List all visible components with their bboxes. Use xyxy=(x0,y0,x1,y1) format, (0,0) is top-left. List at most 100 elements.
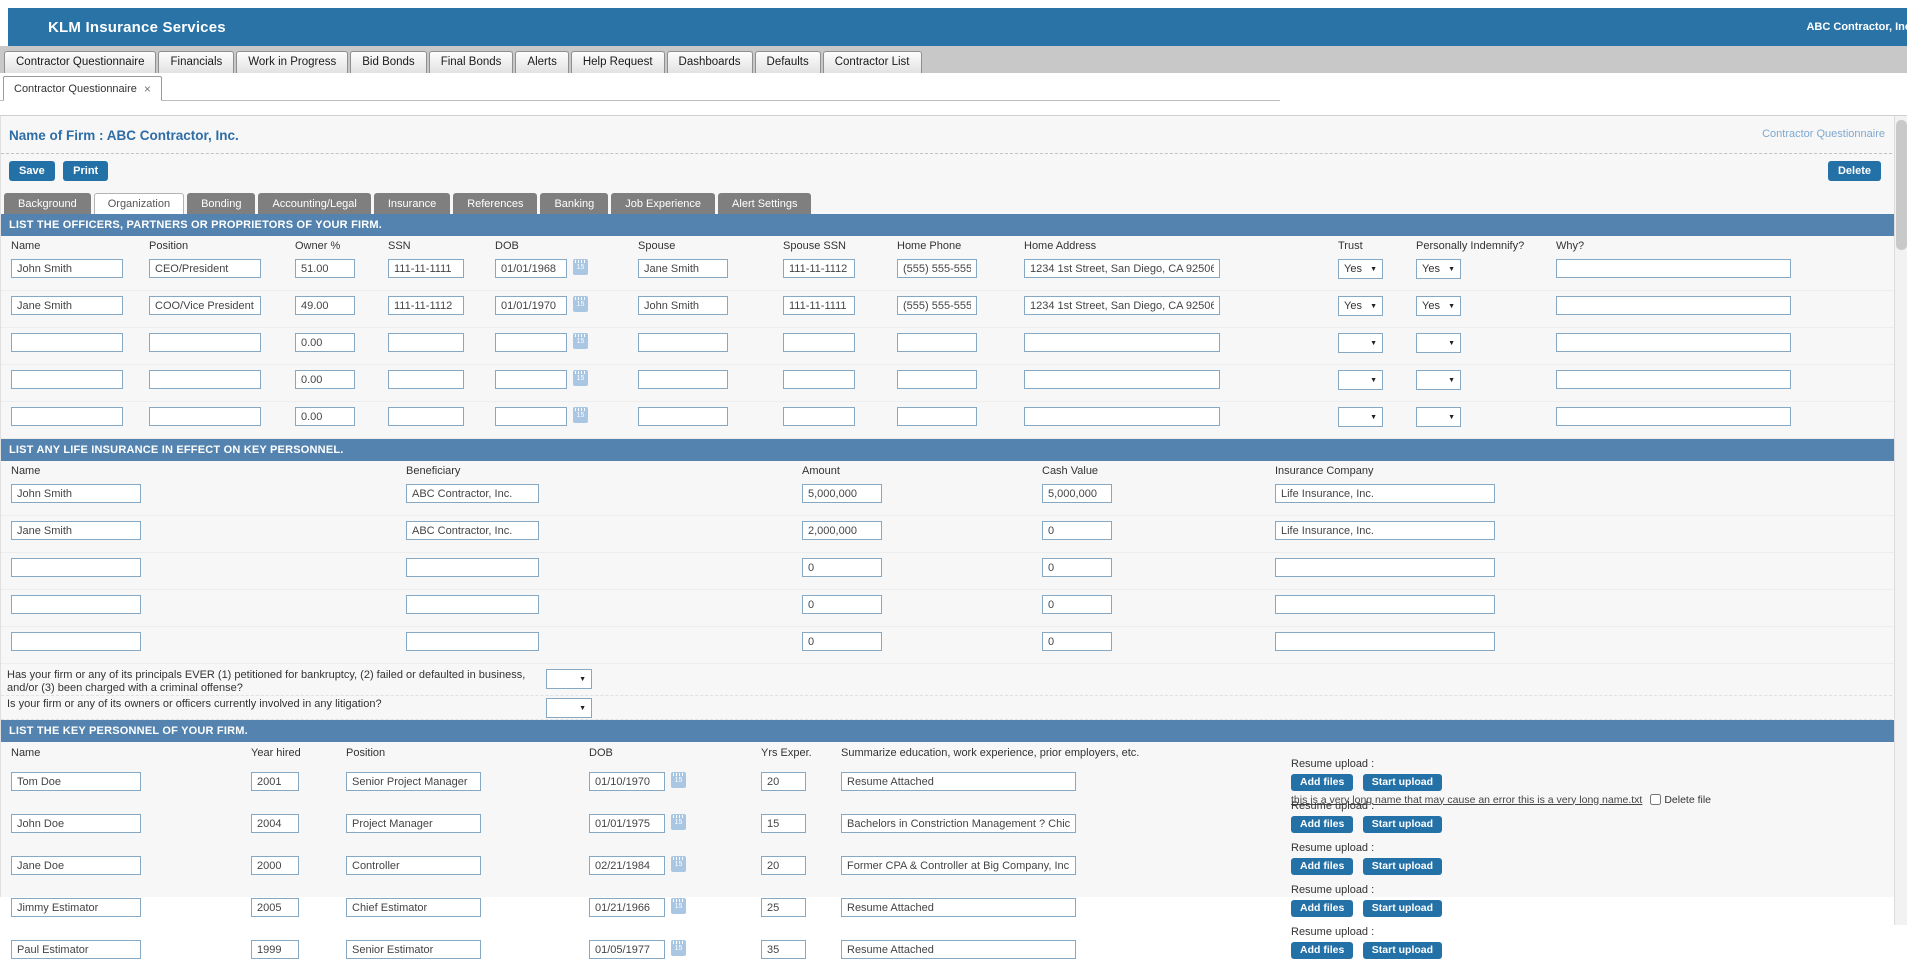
nav-tab-alerts[interactable]: Alerts xyxy=(515,51,568,73)
start-upload-button[interactable]: Start upload xyxy=(1363,774,1442,791)
cash-value-input[interactable] xyxy=(1042,521,1112,540)
indemnify-select[interactable]: ▼ xyxy=(1416,333,1461,353)
officer-name-input[interactable] xyxy=(11,259,123,278)
tab-alert-settings[interactable]: Alert Settings xyxy=(718,193,811,214)
close-icon[interactable]: × xyxy=(144,83,151,95)
officer-name-input[interactable] xyxy=(11,333,123,352)
officer-position-input[interactable] xyxy=(149,259,261,278)
insured-name-input[interactable] xyxy=(11,595,141,614)
officer-why-input[interactable] xyxy=(1556,259,1791,278)
nav-tab-work-in-progress[interactable]: Work in Progress xyxy=(236,51,348,73)
add-files-button[interactable]: Add files xyxy=(1291,774,1353,791)
personnel-dob-input[interactable] xyxy=(589,772,665,791)
start-upload-button[interactable]: Start upload xyxy=(1363,858,1442,875)
calendar-icon[interactable]: 15 xyxy=(671,856,686,872)
year-hired-input[interactable] xyxy=(251,856,299,875)
insurance-company-input[interactable] xyxy=(1275,595,1495,614)
nav-tab-financials[interactable]: Financials xyxy=(158,51,234,73)
officer-home-address-input[interactable] xyxy=(1024,333,1220,352)
insurance-company-input[interactable] xyxy=(1275,558,1495,577)
insurance-company-input[interactable] xyxy=(1275,484,1495,503)
officer-home-address-input[interactable] xyxy=(1024,296,1220,315)
indemnify-select[interactable]: ▼ xyxy=(1416,370,1461,390)
beneficiary-input[interactable] xyxy=(406,632,539,651)
nav-tab-bid-bonds[interactable]: Bid Bonds xyxy=(350,51,426,73)
calendar-icon[interactable]: 15 xyxy=(671,814,686,830)
personnel-position-input[interactable] xyxy=(346,898,481,917)
insured-name-input[interactable] xyxy=(11,484,141,503)
officer-name-input[interactable] xyxy=(11,370,123,389)
yrs-exper-input[interactable] xyxy=(761,856,806,875)
officer-owner-input[interactable] xyxy=(295,333,355,352)
beneficiary-input[interactable] xyxy=(406,595,539,614)
officer-dob-input[interactable] xyxy=(495,296,567,315)
beneficiary-input[interactable] xyxy=(406,521,539,540)
officer-spouse-input[interactable] xyxy=(638,296,728,315)
officer-spouse-ssn-input[interactable] xyxy=(783,333,855,352)
add-files-button[interactable]: Add files xyxy=(1291,900,1353,917)
tab-references[interactable]: References xyxy=(453,193,537,214)
indemnify-select[interactable]: ▼ xyxy=(1416,407,1461,427)
save-button[interactable]: Save xyxy=(9,161,55,181)
officer-dob-input[interactable] xyxy=(495,407,567,426)
yrs-exper-input[interactable] xyxy=(761,940,806,959)
litigation-question-select[interactable]: ▼ xyxy=(546,698,592,718)
personnel-dob-input[interactable] xyxy=(589,856,665,875)
year-hired-input[interactable] xyxy=(251,940,299,959)
amount-input[interactable] xyxy=(802,521,882,540)
officer-dob-input[interactable] xyxy=(495,370,567,389)
start-upload-button[interactable]: Start upload xyxy=(1363,900,1442,917)
officer-spouse-input[interactable] xyxy=(638,333,728,352)
insured-name-input[interactable] xyxy=(11,558,141,577)
officer-home-address-input[interactable] xyxy=(1024,407,1220,426)
tab-accounting-legal[interactable]: Accounting/Legal xyxy=(258,193,370,214)
officer-why-input[interactable] xyxy=(1556,370,1791,389)
officer-home-address-input[interactable] xyxy=(1024,259,1220,278)
nav-tab-contractor-questionnaire[interactable]: Contractor Questionnaire xyxy=(4,51,156,73)
personnel-dob-input[interactable] xyxy=(589,940,665,959)
yrs-exper-input[interactable] xyxy=(761,814,806,833)
officer-home-address-input[interactable] xyxy=(1024,370,1220,389)
yrs-exper-input[interactable] xyxy=(761,772,806,791)
officer-dob-input[interactable] xyxy=(495,259,567,278)
officer-owner-input[interactable] xyxy=(295,370,355,389)
start-upload-button[interactable]: Start upload xyxy=(1363,816,1442,833)
personnel-name-input[interactable] xyxy=(11,898,141,917)
delete-button[interactable]: Delete xyxy=(1828,161,1881,181)
calendar-icon[interactable]: 15 xyxy=(573,296,588,312)
officer-name-input[interactable] xyxy=(11,296,123,315)
officer-position-input[interactable] xyxy=(149,296,261,315)
personnel-dob-input[interactable] xyxy=(589,898,665,917)
officer-ssn-input[interactable] xyxy=(388,370,464,389)
personnel-name-input[interactable] xyxy=(11,772,141,791)
cash-value-input[interactable] xyxy=(1042,484,1112,503)
summary-input[interactable] xyxy=(841,898,1076,917)
nav-tab-help-request[interactable]: Help Request xyxy=(571,51,665,73)
indemnify-select[interactable]: Yes▼ xyxy=(1416,259,1461,279)
officer-name-input[interactable] xyxy=(11,407,123,426)
trust-select[interactable]: ▼ xyxy=(1338,370,1383,390)
beneficiary-input[interactable] xyxy=(406,558,539,577)
amount-input[interactable] xyxy=(802,484,882,503)
personnel-position-input[interactable] xyxy=(346,814,481,833)
bankruptcy-question-select[interactable]: ▼ xyxy=(546,669,592,689)
officer-home-phone-input[interactable] xyxy=(897,333,977,352)
amount-input[interactable] xyxy=(802,595,882,614)
nav-tab-contractor-list[interactable]: Contractor List xyxy=(823,51,922,73)
personnel-position-input[interactable] xyxy=(346,940,481,959)
officer-spouse-input[interactable] xyxy=(638,407,728,426)
officer-home-phone-input[interactable] xyxy=(897,370,977,389)
officer-why-input[interactable] xyxy=(1556,296,1791,315)
tab-organization[interactable]: Organization xyxy=(94,193,184,214)
calendar-icon[interactable]: 15 xyxy=(573,259,588,275)
officer-owner-input[interactable] xyxy=(295,296,355,315)
officer-spouse-ssn-input[interactable] xyxy=(783,296,855,315)
amount-input[interactable] xyxy=(802,632,882,651)
summary-input[interactable] xyxy=(841,940,1076,959)
insured-name-input[interactable] xyxy=(11,521,141,540)
officer-ssn-input[interactable] xyxy=(388,259,464,278)
officer-spouse-input[interactable] xyxy=(638,370,728,389)
summary-input[interactable] xyxy=(841,856,1076,875)
tab-banking[interactable]: Banking xyxy=(540,193,608,214)
tab-background[interactable]: Background xyxy=(4,193,91,214)
